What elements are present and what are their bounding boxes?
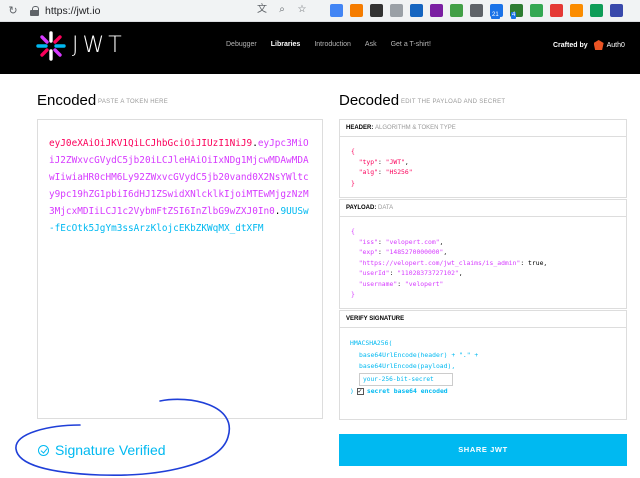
token-payload-part: eyJpc3MiOiJ2ZWxvcGVydC5jb20iLCJleHAiOiIx… xyxy=(49,138,309,217)
header-panel: HEADER: ALGORITHM & TOKEN TYPE { "typ": … xyxy=(339,119,627,198)
browser-extension-icon[interactable] xyxy=(370,4,383,17)
logo-text: JWT xyxy=(72,33,126,58)
header-panel-title: HEADER: ALGORITHM & TOKEN TYPE xyxy=(340,120,626,137)
lock-icon xyxy=(30,5,39,16)
main-nav: Debugger Libraries Introduction Ask Get … xyxy=(226,41,445,48)
browser-toolbar: ↻ https://jwt.io 文 ⌕ ☆ 21 4 xyxy=(0,0,640,22)
url-text: https://jwt.io xyxy=(45,4,101,17)
decoded-title: Decoded xyxy=(339,92,400,109)
payload-json-editor[interactable]: { "iss": "velopert.com", "exp": "1485270… xyxy=(340,217,626,309)
extension-badge: 21 xyxy=(491,12,500,19)
browser-extension-icon[interactable] xyxy=(350,4,363,17)
signature-verified-label: Signature Verified xyxy=(55,442,166,458)
check-circle-icon xyxy=(38,444,49,456)
decoded-subtitle: EDIT THE PAYLOAD AND SECRET xyxy=(401,99,506,105)
base64-checkbox-label[interactable]: secret base64 encoded xyxy=(367,386,448,398)
signature-verified-status: Signature Verified xyxy=(38,442,166,458)
secret-input[interactable]: your-256-bit-secret xyxy=(359,372,453,386)
base64-checkbox[interactable] xyxy=(356,386,364,397)
bookmark-star-icon[interactable]: ☆ xyxy=(296,4,308,16)
browser-extension-icon[interactable] xyxy=(330,4,343,17)
payload-panel: PAYLOAD: DATA { "iss": "velopert.com", "… xyxy=(339,199,627,309)
auth0-logo-icon xyxy=(593,40,604,50)
encoded-subtitle: PASTE A TOKEN HERE xyxy=(98,99,169,105)
browser-extension-icon[interactable] xyxy=(390,4,403,17)
nav-tshirt[interactable]: Get a T-shirt! xyxy=(391,41,431,48)
nav-libraries[interactable]: Libraries xyxy=(271,41,301,48)
address-bar[interactable]: https://jwt.io xyxy=(30,3,180,19)
browser-extension-icon[interactable] xyxy=(410,4,423,17)
site-header: JWT Debugger Libraries Introduction Ask … xyxy=(0,22,640,74)
browser-extension-icon[interactable] xyxy=(450,4,463,17)
browser-extension-icon[interactable]: 21 xyxy=(490,4,503,19)
extension-badge: 4 xyxy=(511,12,517,19)
verify-signature-code: HMACSHA256( base64UrlEncode(header) + ".… xyxy=(340,328,626,407)
verify-panel-title: VERIFY SIGNATURE xyxy=(340,311,626,328)
header-json-editor[interactable]: { "typ": "JWT", "alg": "HS256" } xyxy=(340,137,626,197)
browser-extension-icon[interactable] xyxy=(550,4,563,17)
browser-extension-icon[interactable] xyxy=(530,4,543,17)
extensions-bar: 21 4 xyxy=(330,4,623,19)
nav-ask[interactable]: Ask xyxy=(365,41,377,48)
crafted-by-label: Crafted by xyxy=(553,41,588,49)
jwt-logo-icon[interactable] xyxy=(36,31,66,61)
zoom-icon[interactable]: ⌕ xyxy=(276,4,288,16)
browser-extension-icon[interactable] xyxy=(470,4,483,17)
share-jwt-button[interactable]: SHARE JWT xyxy=(339,434,627,466)
hand-drawn-circle-annotation xyxy=(15,398,231,477)
nav-introduction[interactable]: Introduction xyxy=(314,41,351,48)
crafted-by-auth0[interactable]: Crafted by Auth0 xyxy=(553,40,625,50)
token-header-part: eyJ0eXAiOiJKV1QiLCJhbGciOiJIUzI1NiJ9 xyxy=(49,138,253,149)
browser-extension-icon[interactable]: 4 xyxy=(510,4,523,19)
reload-icon[interactable]: ↻ xyxy=(6,4,20,18)
encoded-token[interactable]: eyJ0eXAiOiJKV1QiLCJhbGciOiJIUzI1NiJ9.eyJ… xyxy=(49,135,311,237)
payload-panel-title: PAYLOAD: DATA xyxy=(340,200,626,217)
encoded-token-editor[interactable]: eyJ0eXAiOiJKV1QiLCJhbGciOiJIUzI1NiJ9.eyJ… xyxy=(37,119,323,419)
browser-extension-icon[interactable] xyxy=(430,4,443,17)
browser-extension-icon[interactable] xyxy=(610,4,623,17)
verify-signature-panel: VERIFY SIGNATURE HMACSHA256( base64UrlEn… xyxy=(339,310,627,420)
auth0-brand: Auth0 xyxy=(606,41,625,49)
browser-extension-icon[interactable] xyxy=(570,4,583,17)
browser-extension-icon[interactable] xyxy=(590,4,603,17)
encoded-title: Encoded xyxy=(37,92,97,109)
nav-debugger[interactable]: Debugger xyxy=(226,41,257,48)
translate-icon[interactable]: 文 xyxy=(256,4,268,16)
